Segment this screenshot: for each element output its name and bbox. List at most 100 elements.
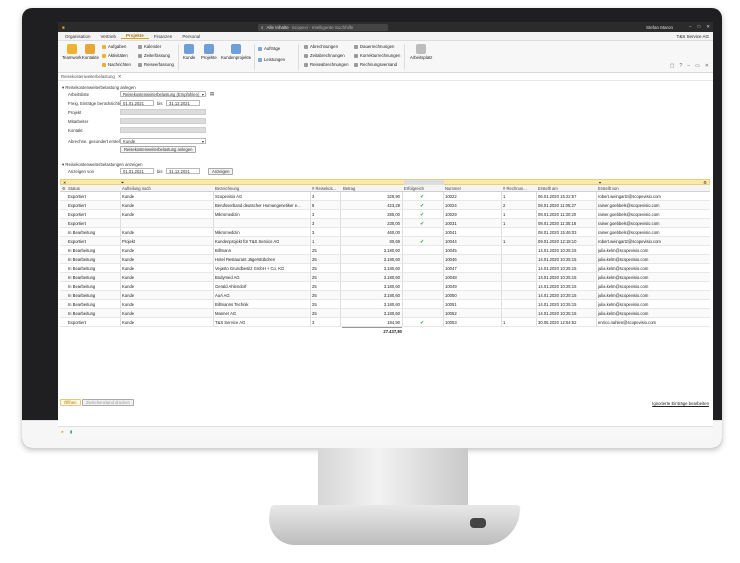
cell-rechnungen[interactable]: 1 <box>503 221 523 226</box>
cell-reisekosten[interactable]: 3 <box>312 212 332 217</box>
cell-reisekosten[interactable]: 25 <box>312 266 332 271</box>
cell-reisekosten[interactable]: 25 <box>312 248 332 253</box>
abrechnungen-button[interactable]: Abrechnungen <box>304 44 338 49</box>
reiseerfassung-button[interactable]: Reiseerfassung <box>138 62 174 67</box>
window-icon[interactable]: ▢ <box>670 63 675 69</box>
kundenprojekte-button[interactable]: Kundenprojekte <box>221 44 251 60</box>
close-icon[interactable]: ✕ <box>706 24 710 30</box>
tab-personal[interactable]: Personal <box>177 34 205 39</box>
teamwork-button[interactable]: Teamwork <box>62 44 82 60</box>
table-row[interactable]: In Bearbeitung Kunde Billmanns Technik 25 3.… <box>60 300 710 309</box>
col-bezeichnung[interactable]: Bezeichnung <box>215 186 239 191</box>
col-betrag[interactable]: Betrag <box>343 186 355 191</box>
auftraege-button[interactable]: Aufträge <box>258 46 280 51</box>
table-row[interactable]: Exportiert Kunde Mikromedizin 3 285,00 10029 1… <box>60 210 710 219</box>
tab-projekte[interactable]: Projekte <box>121 33 149 39</box>
tab-finanzen[interactable]: Finanzen <box>149 34 178 39</box>
abrechne-select[interactable]: Kunde ▾ <box>120 138 206 144</box>
tab-close-icon[interactable]: ✕ <box>118 74 122 80</box>
tab-vertrieb[interactable]: Vertrieb <box>96 34 122 39</box>
leistungen-button[interactable]: Leistungen <box>258 57 285 62</box>
table-row[interactable]: Exportiert Projekt Kundenprojekt für T&S S… <box>60 237 710 246</box>
cell-reisekosten[interactable]: 3 <box>312 194 332 199</box>
projekte-button[interactable]: Projekte <box>201 44 217 60</box>
cell-reisekosten[interactable]: 25 <box>312 293 332 298</box>
maximize-icon[interactable]: □ <box>698 24 701 30</box>
zeiterfassung-button[interactable]: Zeiterfassung <box>138 53 170 58</box>
cell-reisekosten[interactable]: 1 <box>312 239 332 244</box>
projekt-field[interactable] <box>120 109 206 115</box>
korrekturrechnungen-button[interactable]: Korrekturrechnungen <box>354 53 400 58</box>
table-row[interactable]: Exportiert 3 230,00 10031 1 08.01.2020 11:35:… <box>60 219 710 228</box>
rechnungsversand-button[interactable]: Rechnungsversand <box>354 62 397 67</box>
nachrichten-button[interactable]: Nachrichten <box>102 62 131 67</box>
table-row[interactable]: Exportiert Kunde Scopevisio AG 3 329,90 10022… <box>60 192 710 201</box>
create-travel-charge-button[interactable]: Reisekostenweiterbelastung anlegen <box>120 146 197 153</box>
kontakt-field[interactable] <box>120 127 206 133</box>
row-settings-icon[interactable]: ⚙ <box>62 186 66 191</box>
tab-reisekostenweiterbelastung[interactable]: Reisekostenweiterbelastung <box>61 74 115 79</box>
reiseabrechnungen-button[interactable]: Reiseabrechnungen <box>304 62 348 67</box>
table-row[interactable]: In Bearbeitung Kunde Vejasto Grundbesitz G… <box>60 264 710 273</box>
mitarbeiter-field[interactable] <box>120 118 206 124</box>
col-erstellt-am[interactable]: Erstellt am <box>538 186 558 191</box>
cell-reisekosten[interactable]: 25 <box>312 275 332 280</box>
cell-reisekosten[interactable]: 3 <box>312 320 332 325</box>
col-erstellt-von[interactable]: Erstellt von <box>598 186 619 191</box>
show-from-input[interactable]: 01.01.2021 <box>120 168 154 174</box>
show-to-input[interactable]: 31.12.2021 <box>166 168 200 174</box>
aufgaben-button[interactable]: Aufgaben <box>102 44 126 49</box>
minimize-panel-icon[interactable]: – <box>687 63 690 69</box>
table-row[interactable]: Exportiert Kunde Berufsverband deutscher H… <box>60 201 710 210</box>
open-button[interactable]: Öffnen <box>60 399 81 406</box>
edit-ignored-entries-link[interactable]: Ignorierte Einträge bearbeiten <box>652 401 709 406</box>
company-selector[interactable]: T&S Service AG <box>676 34 709 39</box>
cell-reisekosten[interactable]: 3 <box>312 221 332 226</box>
global-search[interactable]: ⌕ Alle Inhalte Scopevi - Intelligente Su… <box>258 23 388 31</box>
cell-rechnungen[interactable]: 1 <box>503 194 523 199</box>
cell-rechnungen[interactable]: 1 <box>503 212 523 217</box>
date-to-input[interactable]: 31.12.2021 <box>166 100 200 106</box>
cell-rechnungen[interactable]: 2 <box>503 203 523 208</box>
col-nummer[interactable]: Nummer <box>445 186 461 191</box>
table-row[interactable]: In Bearbeitung Kunde AuA AG 25 3.180,60 10050… <box>60 291 710 300</box>
table-row[interactable]: In Bearbeitung Kunde Manner AG 25 3.180,60 10… <box>60 309 710 318</box>
date-from-input[interactable]: 01.01.2021 <box>120 100 154 106</box>
cell-reisekosten[interactable]: 3 <box>312 230 332 235</box>
cell-reisekosten[interactable]: 25 <box>312 311 332 316</box>
zeitabrechnungen-button[interactable]: Zeitabrechnungen <box>304 53 345 58</box>
cell-reisekosten[interactable]: 25 <box>312 302 332 307</box>
table-row[interactable]: In Bearbeitung Kunde Mikromedizin 3 460,00 10… <box>60 228 710 237</box>
kalender-button[interactable]: Kalender <box>138 44 161 49</box>
print-interim-button[interactable]: Zwischenstand drucken <box>82 399 134 406</box>
table-row[interactable]: In Bearbeitung Kunde Billmann 25 3.180,60 100… <box>60 246 710 255</box>
table-row[interactable]: In Bearbeitung Kunde Gerald Ahlendorf 25 3.1… <box>60 282 710 291</box>
restore-icon[interactable]: ▭ <box>695 63 700 69</box>
cell-reisekosten[interactable]: 25 <box>312 284 332 289</box>
cell-rechnungen[interactable]: 1 <box>503 320 523 325</box>
col-erfolgreich[interactable]: Erfolgreich <box>404 186 424 191</box>
user-name[interactable]: Stefan Maron <box>646 25 673 30</box>
tab-organisation[interactable]: Organisation <box>60 34 96 39</box>
dauerrechnungen-button[interactable]: Dauerrechnungen <box>354 44 394 49</box>
col-reisekosten[interactable]: # Reisekos... <box>312 186 336 191</box>
kunde-button[interactable]: Kunde <box>183 44 195 60</box>
minimize-icon[interactable]: – <box>689 24 692 30</box>
cell-rechnungen[interactable]: 1 <box>503 239 523 244</box>
help-icon[interactable]: ? <box>680 63 683 69</box>
close-panel-icon[interactable]: ✕ <box>705 63 709 69</box>
cell-reisekosten[interactable]: 8 <box>312 203 332 208</box>
copy-icon[interactable]: ▤ <box>210 91 214 97</box>
kontakte-button[interactable]: Kontakte <box>82 44 99 60</box>
table-row[interactable]: In Bearbeitung Kunde Hotel Restaurant Jäge… <box>60 255 710 264</box>
aktivitaeten-button[interactable]: Aktivitäten <box>102 53 128 58</box>
table-row[interactable]: In Bearbeitung Kunde Bodymed AG 25 3.180,60 1… <box>60 273 710 282</box>
arbeitsplatz-button[interactable]: Arbeitsplatz <box>410 44 432 60</box>
anzeigen-button[interactable]: Anzeigen <box>208 167 234 175</box>
table-row[interactable]: Exportiert Kunde T&S Service AG 3 184,90 1005… <box>60 318 710 327</box>
col-rechnungen[interactable]: # Rechnun... <box>503 186 527 191</box>
col-status[interactable]: Status <box>68 186 80 191</box>
cell-reisekosten[interactable]: 25 <box>312 257 332 262</box>
arbeitsliste-select[interactable]: Reisekostenweiterbelastung (Empfohlen) ▾ <box>120 91 206 97</box>
notification-icon[interactable]: ● <box>61 429 64 434</box>
